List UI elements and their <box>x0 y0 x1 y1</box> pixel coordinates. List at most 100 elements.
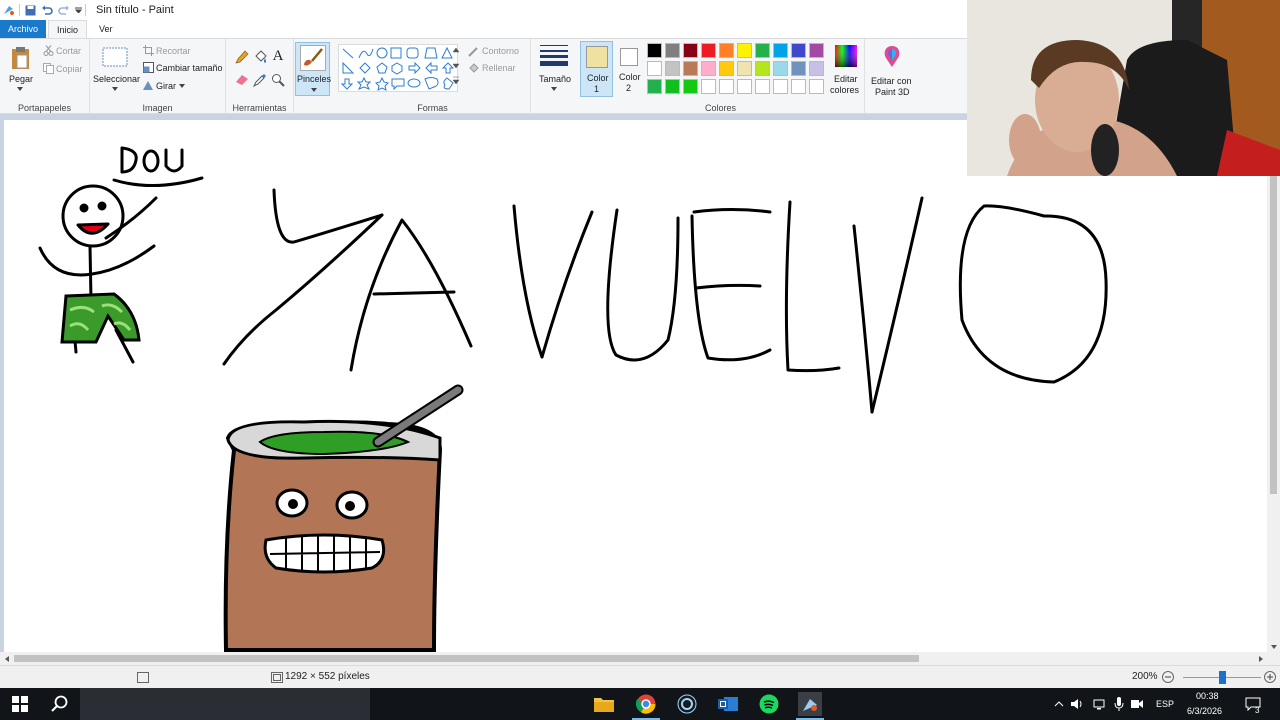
file-explorer-icon[interactable] <box>592 692 616 716</box>
palette-swatch[interactable] <box>809 61 824 76</box>
clock-time[interactable]: 00:38 <box>1196 691 1219 701</box>
palette-swatch[interactable] <box>809 43 824 58</box>
resize-button[interactable]: Cambiar tamaño <box>156 63 223 73</box>
palette-swatch[interactable] <box>647 79 662 94</box>
clock-date[interactable]: 6/3/2026 <box>1187 706 1222 716</box>
volume-icon[interactable] <box>1070 692 1084 716</box>
palette-swatch[interactable] <box>755 43 770 58</box>
tab-file[interactable]: Archivo <box>0 20 47 38</box>
size-icon[interactable] <box>540 43 568 67</box>
webcam-tray-icon[interactable] <box>1130 692 1144 716</box>
undo-icon[interactable] <box>40 3 54 17</box>
edit-paint3d-button[interactable]: Editar con Paint 3D <box>868 41 916 101</box>
palette-swatch[interactable] <box>773 79 788 94</box>
palette-swatch[interactable] <box>683 79 698 94</box>
zoom-in-icon[interactable] <box>1263 670 1277 684</box>
palette-swatch[interactable] <box>719 43 734 58</box>
chevron-down-icon[interactable] <box>16 86 24 92</box>
palette-swatch[interactable] <box>773 61 788 76</box>
fill-button[interactable]: Rellenar <box>482 63 516 73</box>
obs-icon[interactable] <box>675 692 699 716</box>
drawing-canvas[interactable] <box>4 120 1267 652</box>
canvas-workspace <box>0 114 1280 652</box>
paint-taskbar-icon[interactable] <box>798 692 822 716</box>
vertical-scroll-thumb[interactable] <box>1270 176 1277 494</box>
save-icon[interactable] <box>23 3 37 17</box>
palette-swatch[interactable] <box>791 43 806 58</box>
shapes-scroll-icon[interactable] <box>453 47 459 87</box>
select-icon[interactable] <box>102 47 128 67</box>
brushes-button[interactable]: Pinceles <box>295 42 331 96</box>
outlook-icon[interactable] <box>716 692 740 716</box>
crop-button[interactable]: Recortar <box>156 46 191 56</box>
scroll-left-icon[interactable] <box>3 655 10 662</box>
spotify-icon[interactable] <box>757 692 781 716</box>
palette-swatch[interactable] <box>701 79 716 94</box>
rotate-button[interactable]: Girar <box>156 81 176 91</box>
size-button[interactable]: Tamaño <box>539 74 571 84</box>
scroll-down-icon[interactable] <box>1270 643 1277 650</box>
palette-swatch[interactable] <box>755 79 770 94</box>
shapes-gallery[interactable] <box>338 44 458 92</box>
palette-swatch[interactable] <box>683 43 698 58</box>
pencil-icon[interactable] <box>234 49 250 65</box>
color2-button[interactable]: Color 2 <box>615 41 645 97</box>
chevron-down-icon[interactable] <box>550 86 558 92</box>
palette-swatch[interactable] <box>647 61 662 76</box>
eraser-icon[interactable] <box>234 72 250 88</box>
palette-swatch[interactable] <box>719 61 734 76</box>
palette-swatch[interactable] <box>737 61 752 76</box>
zoom-out-icon[interactable] <box>1161 670 1175 684</box>
horizontal-scroll-thumb[interactable] <box>14 655 919 662</box>
chevron-down-icon[interactable] <box>178 83 186 89</box>
cut-button[interactable]: Cortar <box>56 46 81 56</box>
palette-swatch[interactable] <box>701 43 716 58</box>
paste-icon[interactable] <box>9 45 33 71</box>
tab-home[interactable]: Inicio <box>48 20 88 38</box>
vertical-scrollbar[interactable] <box>1267 176 1280 652</box>
tab-view[interactable]: Ver <box>91 20 121 38</box>
chrome-icon[interactable] <box>634 692 658 716</box>
palette-swatch[interactable] <box>701 61 716 76</box>
horizontal-scrollbar[interactable] <box>0 652 1280 665</box>
paste-button[interactable]: Pegar <box>9 74 33 84</box>
palette-swatch[interactable] <box>791 61 806 76</box>
copy-button[interactable]: Copiar <box>56 64 83 74</box>
palette-swatch[interactable] <box>773 43 788 58</box>
tools-group: A Herramientas <box>226 39 294 115</box>
text-tool-icon[interactable]: A <box>270 48 286 64</box>
tools-group-label: Herramientas <box>232 103 287 113</box>
color1-button[interactable]: Color 1 <box>580 41 613 97</box>
select-button[interactable]: Seleccionar <box>93 74 140 84</box>
zoom-slider[interactable] <box>1183 671 1261 684</box>
fill-bucket-icon[interactable] <box>252 49 268 65</box>
redo-icon[interactable] <box>57 3 71 17</box>
palette-swatch[interactable] <box>791 79 806 94</box>
notifications-icon[interactable] <box>1243 692 1263 716</box>
palette-swatch[interactable] <box>665 61 680 76</box>
palette-swatch[interactable] <box>737 43 752 58</box>
scroll-right-icon[interactable] <box>1257 655 1264 662</box>
chevron-up-icon[interactable] <box>1052 692 1066 716</box>
outline-button[interactable]: Contorno <box>482 46 519 56</box>
palette-swatch[interactable] <box>737 79 752 94</box>
chevron-down-icon[interactable] <box>111 86 119 92</box>
zoom-slider-thumb[interactable] <box>1219 671 1226 684</box>
palette-swatch[interactable] <box>683 61 698 76</box>
palette-swatch[interactable] <box>665 43 680 58</box>
palette-swatch[interactable] <box>755 61 770 76</box>
windows-start-icon[interactable] <box>8 692 32 716</box>
customize-toolbar-icon[interactable] <box>74 3 82 17</box>
palette-swatch[interactable] <box>647 43 662 58</box>
taskbar-search-box[interactable] <box>80 688 370 720</box>
color-picker-icon[interactable] <box>252 72 268 88</box>
edit-colors-button[interactable]: Editar colores <box>829 41 863 97</box>
palette-swatch[interactable] <box>809 79 824 94</box>
network-icon[interactable] <box>1092 692 1106 716</box>
palette-swatch[interactable] <box>719 79 734 94</box>
input-language[interactable]: ESP <box>1156 699 1174 709</box>
search-icon[interactable] <box>48 692 72 716</box>
microphone-icon[interactable] <box>1112 692 1126 716</box>
magnifier-icon[interactable] <box>270 72 286 88</box>
palette-swatch[interactable] <box>665 79 680 94</box>
